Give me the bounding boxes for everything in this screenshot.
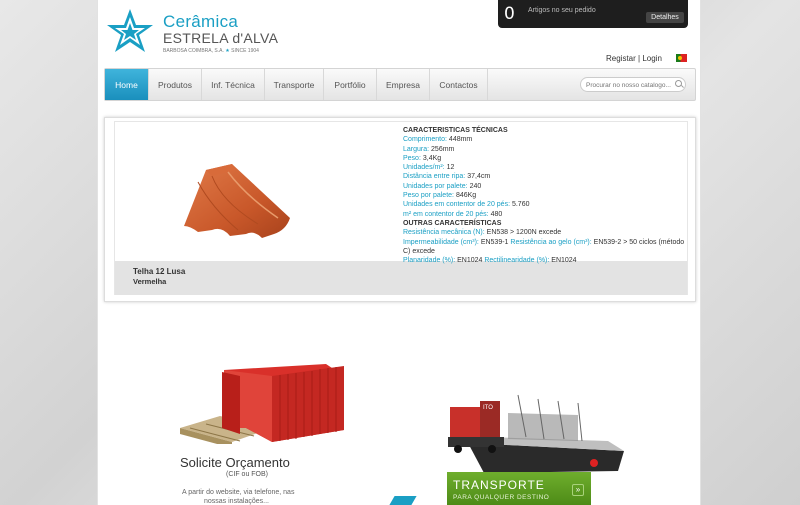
login-link[interactable]: Login <box>642 54 662 63</box>
product-color: Vermelha <box>133 277 167 286</box>
spec-value: 12 <box>446 164 455 172</box>
cargo-ship-image[interactable]: ITO <box>448 393 628 478</box>
spec-label: Unidades em contentor de 20 pés: <box>403 201 511 209</box>
spec-label: Comprimento: <box>403 136 447 144</box>
nav-transporte[interactable]: Transporte <box>265 69 324 100</box>
spec-value: EN538 > 1200N excede <box>486 229 562 237</box>
logo-tagline-since: SINCE 1904 <box>231 48 259 54</box>
logo-line2: ESTRELA d'ALVA <box>163 30 279 46</box>
product-caption-bar <box>115 261 687 295</box>
spec-row: Peso por palete: 846Kg <box>403 191 688 200</box>
spec-row: Unidades/m²: 12 <box>403 163 688 172</box>
register-link[interactable]: Registar <box>606 54 636 63</box>
spec-label: Rectilinearidade (%): <box>484 257 550 265</box>
spec-label: Unidades por palete: <box>403 182 468 190</box>
nav-produtos[interactable]: Produtos <box>149 69 202 100</box>
spec-value: 240 <box>469 182 482 190</box>
spec-label: Distância entre ripa: <box>403 173 466 181</box>
spec-label: Unidades/m²: <box>403 164 445 172</box>
spec-label: Resistência mecânica (N): <box>403 229 485 237</box>
spec-value: 3,4Kg <box>422 154 442 162</box>
spec-label: Impermeabilidade (cm³): <box>403 238 479 246</box>
roof-tile-image <box>184 164 290 238</box>
search-input[interactable] <box>586 80 674 90</box>
spec-value: EN539-1 <box>480 238 509 246</box>
spec-value: EN1024 <box>551 257 577 265</box>
container-code: ITO <box>483 405 493 411</box>
portugal-flag-icon[interactable] <box>676 54 687 62</box>
spec-value: 448mm <box>448 136 473 144</box>
other-specs-title: OUTRAS CARACTERÍSTICAS <box>403 219 502 227</box>
product-name: Telha 12 Lusa <box>133 267 186 276</box>
search-box <box>580 77 686 92</box>
nav-home[interactable]: Home <box>105 69 149 100</box>
transport-subtitle: PARA QUALQUER DESTINO <box>453 494 550 501</box>
shipping-container-image[interactable] <box>176 362 344 444</box>
product-specs: CARACTERISTICAS TÉCNICAS Comprimento: 44… <box>403 126 688 265</box>
spec-label: Peso por palete: <box>403 192 454 200</box>
cart-count: 0 <box>504 4 515 24</box>
spec-row: Unidades em contentor de 20 pés: 5.760 <box>403 200 688 209</box>
spec-row: Impermeabilidade (cm³): EN539-1 Resistên… <box>403 238 688 257</box>
logo-line1: Cerâmica <box>163 12 239 31</box>
spec-row: Largura: 256mm <box>403 145 688 154</box>
quote-subtitle: (CIF ou FOB) <box>226 471 269 478</box>
spec-value: 480 <box>490 210 503 218</box>
spec-row: Distância entre ripa: 37,4cm <box>403 172 688 181</box>
spec-row: Comprimento: 448mm <box>403 135 688 144</box>
spec-label: Planaridade (%): <box>403 257 456 265</box>
quote-description-line1: A partir do website, via telefone, nas <box>182 489 295 496</box>
spec-value: 846Kg <box>455 192 477 200</box>
account-links: Registar | Login <box>606 54 662 63</box>
nav-inf-tecnica[interactable]: Inf. Técnica <box>202 69 265 100</box>
spec-row: Planaridade (%): EN1024 Rectilinearidade… <box>403 256 688 265</box>
spec-value: 37,4cm <box>467 173 491 181</box>
logo-tagline-star-icon: ★ <box>225 48 230 54</box>
cart-label: Artigos no seu pedido <box>528 7 596 14</box>
quote-title[interactable]: Solicite Orçamento <box>180 455 290 470</box>
spec-value: EN1024 <box>457 257 483 265</box>
spec-label: Largura: <box>403 145 430 153</box>
logo-tagline: BARBOSA COIMBRA, S.A. ★ SINCE 1904 <box>163 48 259 54</box>
spec-label: Peso: <box>403 154 421 162</box>
transport-title[interactable]: TRANSPORTE <box>453 478 545 492</box>
logo-tagline-company: BARBOSA COIMBRA, S.A. <box>163 48 224 54</box>
spec-label: Resistência ao gelo (cm³): <box>510 238 592 246</box>
spec-label: m² em contentor de 20 pés: <box>403 210 489 218</box>
cart-details-button[interactable]: Detalhes <box>646 12 684 23</box>
tech-specs-title: CARACTERISTICAS TÉCNICAS <box>403 127 508 134</box>
nav-empresa[interactable]: Empresa <box>377 69 430 100</box>
logo-star-icon[interactable] <box>105 7 155 55</box>
spec-row: m² em contentor de 20 pés: 480 <box>403 210 688 219</box>
nav-portfolio[interactable]: Portfólio <box>324 69 377 100</box>
link-separator: | <box>638 54 641 63</box>
spec-row: Resistência mecânica (N): EN538 > 1200N … <box>403 228 688 237</box>
spec-row: Unidades por palete: 240 <box>403 182 688 191</box>
spec-value: 256mm <box>431 145 455 153</box>
arrow-right-icon[interactable]: » <box>572 484 584 496</box>
nav-contactos[interactable]: Contactos <box>430 69 488 100</box>
spec-row: Peso: 3,4Kg <box>403 154 688 163</box>
quote-description-line2: nossas instalações... <box>204 498 269 505</box>
spec-value: 5.760 <box>511 201 530 209</box>
search-icon[interactable] <box>675 80 682 87</box>
